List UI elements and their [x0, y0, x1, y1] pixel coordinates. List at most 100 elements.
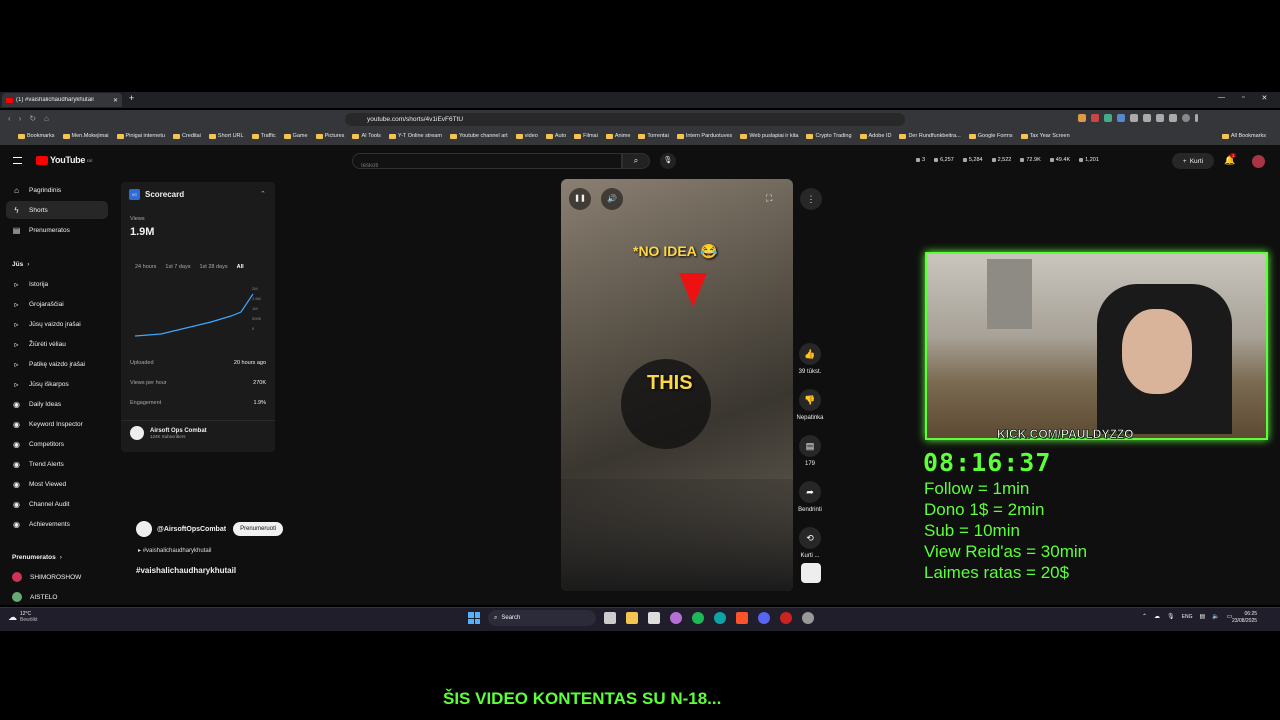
- home-icon[interactable]: ⌂: [44, 114, 49, 123]
- create-button[interactable]: + Kurti: [1172, 153, 1214, 169]
- sidebar-item-you-0[interactable]: ▹ Istorija: [6, 275, 108, 293]
- spotify-icon[interactable]: [692, 612, 704, 624]
- share-button[interactable]: ➦: [799, 481, 821, 503]
- range-tab[interactable]: 24 hours: [135, 264, 156, 270]
- store-icon[interactable]: [648, 612, 660, 624]
- subscribe-button[interactable]: Prenumeruoti: [233, 522, 284, 536]
- extension-icon[interactable]: [1078, 114, 1086, 122]
- short-hashtag-small[interactable]: ▸ #vaishalichaudharykhutail: [138, 547, 211, 554]
- bookmark-item[interactable]: Torrentai: [638, 133, 669, 139]
- forward-icon[interactable]: ›: [19, 114, 22, 123]
- sidebar-item-you-8[interactable]: ◉ Competitors: [6, 435, 108, 453]
- volume-icon[interactable]: 🔈: [1212, 613, 1219, 620]
- extension-icon[interactable]: [1143, 114, 1151, 122]
- volume-button[interactable]: 🔊: [601, 188, 623, 210]
- sidebar-item-you-6[interactable]: ◉ Daily Ideas: [6, 395, 108, 413]
- sidebar-item-you-10[interactable]: ◉ Most Viewed: [6, 475, 108, 493]
- back-icon[interactable]: ‹: [8, 114, 11, 123]
- search-button[interactable]: ⌕: [622, 153, 650, 169]
- bookmark-item[interactable]: Auto: [545, 133, 566, 139]
- bookmark-item[interactable]: Bookmarks: [18, 133, 55, 139]
- sidebar-item-you-3[interactable]: ▹ Žiūrėti vėliau: [6, 335, 108, 353]
- tray-chevron-icon[interactable]: ⌃: [1142, 613, 1147, 620]
- bookmark-item[interactable]: AI Tools: [352, 133, 381, 139]
- new-tab-button[interactable]: +: [129, 93, 134, 103]
- comment-button[interactable]: ▤: [799, 435, 821, 457]
- notifications-button[interactable]: 🔔 1: [1224, 153, 1237, 166]
- pause-button[interactable]: ❚❚: [569, 188, 591, 210]
- mic-icon[interactable]: 🎙: [1167, 613, 1175, 620]
- app-icon[interactable]: [780, 612, 792, 624]
- sidebar-item-you-4[interactable]: ▹ Patikę vaizdo įrašai: [6, 355, 108, 373]
- bookmark-item[interactable]: Men.Mokejimai: [62, 133, 109, 139]
- subscription-item[interactable]: AISTELO: [6, 588, 108, 606]
- menu-icon[interactable]: [1195, 114, 1198, 122]
- bookmark-item[interactable]: Adobe ID: [859, 133, 891, 139]
- minimize-icon[interactable]: —: [1218, 94, 1225, 102]
- range-tab[interactable]: 1st 28 days: [199, 264, 227, 270]
- bookmark-item[interactable]: Der Rundfunkbeitra...: [899, 133, 961, 139]
- sidebar-item-you-1[interactable]: ▹ Grojaraščiai: [6, 295, 108, 313]
- sidebar-item-1[interactable]: ϟ Shorts: [6, 201, 108, 219]
- bookmark-item[interactable]: Google Forms: [968, 133, 1013, 139]
- voice-search-button[interactable]: 🎙: [660, 153, 676, 169]
- youtube-logo[interactable]: YouTube DE: [36, 155, 93, 165]
- edge-icon[interactable]: [714, 612, 726, 624]
- sidebar-item-you-9[interactable]: ◉ Trend Alerts: [6, 455, 108, 473]
- bookmark-item[interactable]: Anime: [605, 133, 630, 139]
- language-indicator[interactable]: ENG: [1182, 614, 1193, 620]
- bookmark-item[interactable]: Filmai: [574, 133, 598, 139]
- all-bookmarks[interactable]: All Bookmarks: [1221, 133, 1266, 139]
- network-icon[interactable]: ▤: [1200, 613, 1206, 620]
- thumb-down-button[interactable]: 👎: [799, 389, 821, 411]
- clock[interactable]: 06:25 23/08/2025: [1232, 611, 1257, 625]
- bookmark-item[interactable]: Intern Parduotuves: [676, 133, 732, 139]
- bookmark-item[interactable]: video: [515, 133, 538, 139]
- bookmark-item[interactable]: Tax Year Screen: [1020, 133, 1070, 139]
- bookmark-item[interactable]: Game: [283, 133, 308, 139]
- hamburger-menu-icon[interactable]: [13, 157, 22, 164]
- bookmark-item[interactable]: Creditai: [172, 133, 201, 139]
- sidebar-item-2[interactable]: ▤ Prenumeratos: [6, 221, 108, 239]
- bookmark-item[interactable]: Traffic: [251, 133, 276, 139]
- bookmark-item[interactable]: Web puslapiai ir kita: [740, 133, 798, 139]
- bookmark-item[interactable]: Pinigai internetu: [116, 133, 165, 139]
- sidebar-section-you[interactable]: Jūs ›: [6, 255, 108, 273]
- sidebar-section-subscriptions[interactable]: Prenumeratos ›: [6, 548, 108, 566]
- extension-icon[interactable]: [1091, 114, 1099, 122]
- sidebar-item-you-7[interactable]: ◉ Keyword Inspector: [6, 415, 108, 433]
- bookmark-item[interactable]: Crypto Trading: [806, 133, 852, 139]
- extension-icon[interactable]: [1130, 114, 1138, 122]
- taskbar-search[interactable]: ⌕ Search: [488, 610, 596, 626]
- sound-source-thumbnail[interactable]: [801, 563, 821, 583]
- sidebar-item-0[interactable]: ⌂ Pagrindinis: [6, 181, 108, 199]
- close-tab-icon[interactable]: ✕: [113, 97, 118, 104]
- range-tab[interactable]: All: [237, 264, 244, 270]
- task-view-icon[interactable]: [604, 612, 616, 624]
- bookmark-item[interactable]: Pictures: [315, 133, 344, 139]
- short-channel-handle[interactable]: @AirsoftOpsCombat: [157, 526, 226, 533]
- search-box[interactable]: [352, 153, 622, 173]
- search-input[interactable]: [353, 159, 583, 173]
- extension-icon[interactable]: [1104, 114, 1112, 122]
- onedrive-icon[interactable]: ☁: [1154, 613, 1160, 620]
- short-channel-avatar[interactable]: [136, 521, 152, 537]
- remix-button[interactable]: ⟲: [799, 527, 821, 549]
- fullscreen-icon[interactable]: ⛶: [766, 193, 772, 204]
- collapse-chevron-icon[interactable]: ⌃: [260, 190, 266, 198]
- chrome-icon[interactable]: [802, 612, 814, 624]
- browser-tab[interactable]: (1) #vaishalichaudharykhutail ✕: [2, 93, 122, 107]
- maximize-icon[interactable]: ▫: [1242, 94, 1244, 102]
- close-window-icon[interactable]: ✕: [1261, 94, 1267, 102]
- sidebar-item-you-11[interactable]: ◉ Channel Audit: [6, 495, 108, 513]
- sidebar-item-you-12[interactable]: ◉ Achievements: [6, 515, 108, 533]
- bookmark-item[interactable]: Short URL: [208, 133, 244, 139]
- file-explorer-icon[interactable]: [626, 612, 638, 624]
- weather-widget[interactable]: ☁ 12°C Bewölkt: [8, 611, 38, 623]
- short-video-player[interactable]: ❚❚ 🔊 ⛶ *NO IDEA 😂 THIS: [561, 179, 793, 591]
- extension-icon[interactable]: [1117, 114, 1125, 122]
- brave-icon[interactable]: [736, 612, 748, 624]
- reload-icon[interactable]: ↻: [29, 114, 36, 123]
- discord-icon[interactable]: [758, 612, 770, 624]
- copilot-icon[interactable]: [670, 612, 682, 624]
